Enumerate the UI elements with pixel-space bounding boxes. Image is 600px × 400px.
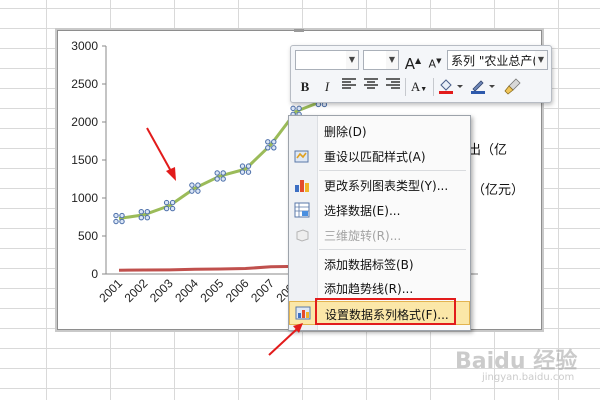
annotation-arrow-menu: [268, 323, 303, 356]
watermark-url: jingyan.baidu.com: [482, 372, 575, 383]
annotation-arrow-chart: [146, 127, 176, 181]
watermark-logo: Baidu 经验: [455, 349, 578, 374]
annotation-layer: [146, 127, 303, 356]
